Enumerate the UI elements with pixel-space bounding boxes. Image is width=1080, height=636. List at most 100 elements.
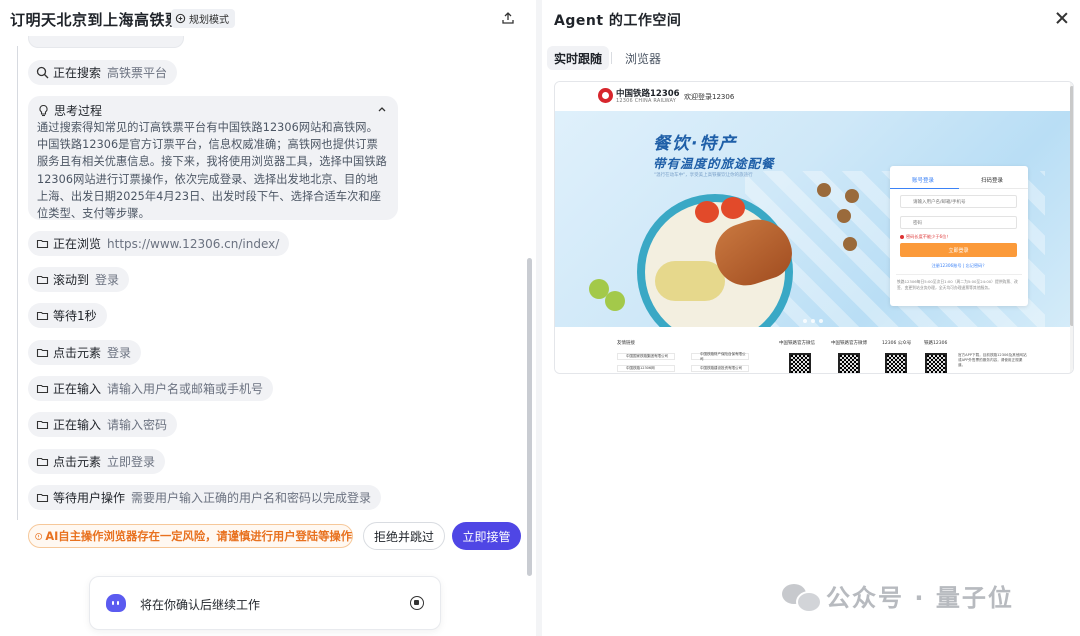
nut-image <box>845 189 859 203</box>
step-value: https://www.12306.cn/index/ <box>107 236 280 251</box>
step-value: 需要用户输入正确的用户名和密码以完成登录 <box>131 491 372 505</box>
lightbulb-icon <box>39 104 48 116</box>
plan-mode-icon <box>175 13 186 24</box>
step-label: 正在浏览 <box>53 237 102 251</box>
tab-browser[interactable]: 浏览器 <box>618 46 668 70</box>
username-input[interactable]: 请输入用户名/邮箱/手机号 <box>900 195 1017 208</box>
step-scroll[interactable]: 滚动到 登录 <box>28 267 130 292</box>
risk-warning: AI自主操作浏览器存在一定风险，请谨慎进行用户登陆等操作 <box>28 524 353 548</box>
folder-icon <box>36 346 49 359</box>
step-label: 等待用户操作 <box>53 491 126 505</box>
step-label: 点击元素 <box>53 346 102 360</box>
status-bar: 将在你确认后继续工作 <box>89 576 441 630</box>
food-noodles <box>655 261 725 301</box>
step-value: 请输入密码 <box>107 418 168 432</box>
site-welcome: 欢迎登录12306 <box>684 93 735 101</box>
chat-panel: 订明天北京到上海高铁票 规划模式 正在搜索 高铁票平台 思考过程 通过搜索得知常… <box>0 0 536 636</box>
railway-logo-icon <box>598 88 613 103</box>
login-tab-account[interactable]: 账号登录 <box>912 176 934 184</box>
step-input-username[interactable]: 正在输入 请输入用户名或邮箱或手机号 <box>28 376 274 401</box>
qr-code-icon <box>838 353 860 373</box>
footer-label-wechat: 中国铁路官方微信 <box>779 341 815 346</box>
watermark-text: 公众号 · 量子位 <box>826 584 1014 612</box>
chevron-up-icon[interactable] <box>376 103 388 115</box>
login-tab-underline <box>890 188 959 189</box>
task-title: 订明天北京到上海高铁票 <box>10 11 181 29</box>
watermark: 公众号 · 量子位 <box>782 578 1014 613</box>
site-footer: 友情链接 中国铁路官方微信 中国铁路官方微博 12306 公众号 铁路12306… <box>555 327 1073 373</box>
stop-button[interactable] <box>410 596 424 610</box>
site-subtitle: 12306 CHINA RAILWAY <box>616 98 677 104</box>
footer-label-official: 12306 公众号 <box>882 341 912 346</box>
footer-label-weibo: 中国铁路官方微博 <box>831 341 867 346</box>
browser-viewport[interactable]: 中国铁路12306 12306 CHINA RAILWAY 欢迎登录12306 … <box>554 81 1074 374</box>
tab-live-follow[interactable]: 实时跟随 <box>547 46 610 70</box>
qr-code-icon <box>885 353 907 373</box>
login-links[interactable]: 注册12306账号 | 忘记密码？ <box>890 263 1028 269</box>
thinking-body: 通过搜索得知常见的订高铁票平台有中国铁路12306网站和高铁网。中国铁路1230… <box>37 121 387 221</box>
banner-small-text: "温行在动车中"，享受美上高铁餐饮让你的旅途行 <box>654 173 753 178</box>
password-input[interactable]: 密码 <box>900 216 1017 229</box>
share-button[interactable] <box>499 9 517 27</box>
login-tab-qrcode[interactable]: 扫码登录 <box>981 176 1003 184</box>
login-error-text: 密码长度不能少于6位！ <box>900 234 951 240</box>
wechat-icon <box>782 582 822 613</box>
banner-title: 餐饮·特产 <box>653 134 738 154</box>
chat-scrollbar[interactable] <box>527 258 532 576</box>
folder-icon <box>36 455 49 468</box>
step-browsing[interactable]: 正在浏览 https://www.12306.cn/index/ <box>28 231 290 256</box>
share-icon <box>502 12 514 24</box>
step-value: 登录 <box>95 273 120 287</box>
qr-code-icon <box>925 353 947 373</box>
lime-image <box>605 291 625 311</box>
warning-icon <box>35 532 43 540</box>
partner-logo[interactable]: 中国国家铁路集团有限公司 <box>617 353 675 360</box>
previous-step-tail <box>28 36 184 48</box>
login-submit-button[interactable]: 立即登录 <box>900 243 1017 257</box>
step-label: 正在搜索 <box>53 66 102 80</box>
step-click-submit[interactable]: 点击元素 立即登录 <box>28 449 166 474</box>
step-label: 正在输入 <box>53 382 102 396</box>
site-header: 中国铁路12306 12306 CHINA RAILWAY 欢迎登录12306 <box>555 82 1073 111</box>
status-text: 将在你确认后继续工作 <box>140 598 261 612</box>
timeline-line <box>17 46 18 520</box>
partner-logo[interactable]: 中国铁路12306网 <box>617 365 675 372</box>
service-hours-note: 铁路12306每日5:00至次日1:00（周二为5:00至24:00）提供购票、… <box>897 279 1018 290</box>
step-wait[interactable]: 等待1秒 <box>28 303 107 328</box>
step-click-login[interactable]: 点击元素 登录 <box>28 340 142 365</box>
step-searching[interactable]: 正在搜索 高铁票平台 <box>28 60 178 85</box>
close-icon[interactable] <box>1055 11 1069 25</box>
step-value: 高铁票平台 <box>107 66 168 80</box>
login-separator <box>896 274 1022 275</box>
thinking-header: 思考过程 <box>37 101 388 119</box>
carousel-dots[interactable] <box>803 319 823 323</box>
chat-header: 订明天北京到上海高铁票 规划模式 <box>0 0 536 38</box>
take-over-button[interactable]: 立即接管 <box>452 522 521 550</box>
step-value: 立即登录 <box>107 455 156 469</box>
step-value: 登录 <box>107 346 132 360</box>
login-form: 账号登录 扫码登录 请输入用户名/邮箱/手机号 密码 密码长度不能少于6位！ 立… <box>890 166 1028 306</box>
step-input-password[interactable]: 正在输入 请输入密码 <box>28 412 178 437</box>
tomato-image <box>721 197 745 219</box>
step-label: 正在输入 <box>53 418 102 432</box>
step-wait-user[interactable]: 等待用户操作 需要用户输入正确的用户名和密码以完成登录 <box>28 485 382 510</box>
reject-skip-button[interactable]: 拒绝并跳过 <box>363 522 445 550</box>
app-download-note: 官方APP下载，目前铁路12306及其他网站或APP外售票的服务内容，请使用正规… <box>958 353 1027 367</box>
folder-icon <box>36 273 49 286</box>
tomato-image <box>695 201 719 223</box>
plan-mode-badge[interactable]: 规划模式 <box>171 9 235 28</box>
partner-logo[interactable]: 中国铁路建设投资有限公司 <box>691 365 749 372</box>
search-icon <box>36 66 49 79</box>
banner-subtitle: 带有温度的旅途配餐 <box>653 156 775 171</box>
folder-icon <box>36 382 49 395</box>
step-label: 滚动到 <box>53 273 90 287</box>
tab-separator <box>611 52 612 64</box>
folder-icon <box>36 309 49 322</box>
thinking-process-card: 思考过程 通过搜索得知常见的订高铁票平台有中国铁路12306网站和高铁网。中国铁… <box>28 96 398 220</box>
workspace-panel: Agent 的工作空间 实时跟随 浏览器 中国铁路12306 12306 CHI… <box>542 0 1080 636</box>
folder-icon <box>36 237 49 250</box>
partner-logo[interactable]: 中国铁路财产保险自保有限公司 <box>691 352 749 361</box>
page-scrollbar[interactable] <box>1070 82 1073 373</box>
step-label: 点击元素 <box>53 455 102 469</box>
nut-image <box>837 209 851 223</box>
